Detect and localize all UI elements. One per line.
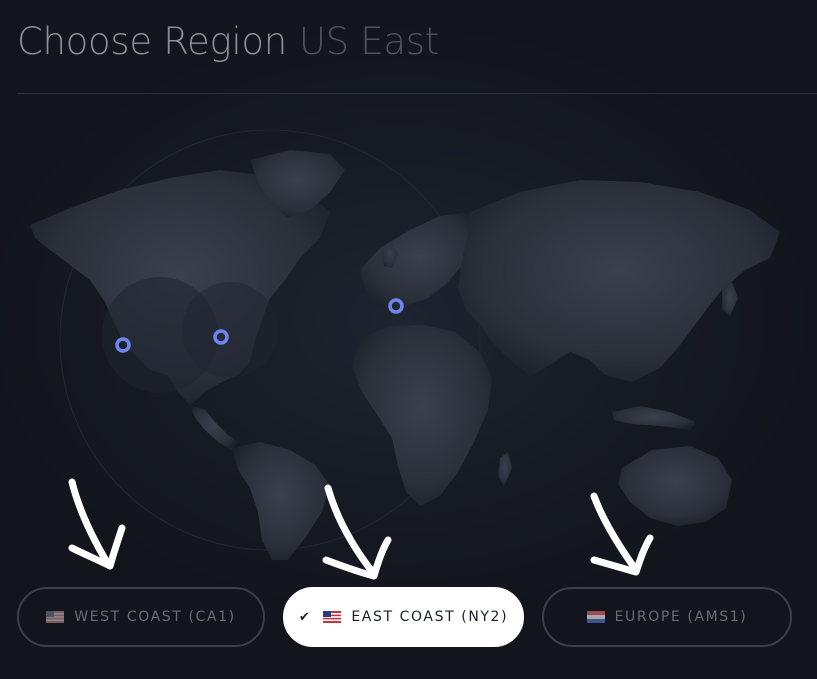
asia-shape <box>458 180 780 382</box>
title-text: Choose Region <box>17 20 287 63</box>
header-divider <box>17 93 817 94</box>
region-button-west-coast[interactable]: WEST COAST (CA1) <box>17 587 265 647</box>
selected-region-text: US East <box>298 20 439 63</box>
central-america-shape <box>190 405 238 450</box>
indonesia-shape <box>612 406 696 430</box>
region-button-label: EUROPE (AMS1) <box>614 609 748 625</box>
annotation-arrow-icon <box>590 492 654 576</box>
us-flag-icon <box>46 611 65 623</box>
annotation-arrow-icon <box>68 478 126 570</box>
region-button-east-coast[interactable]: ✔ EAST COAST (NY2) <box>283 587 524 647</box>
us-flag-icon <box>323 611 342 623</box>
madagascar-shape <box>498 452 512 486</box>
check-icon: ✔ <box>298 609 312 625</box>
region-button-europe[interactable]: EUROPE (AMS1) <box>542 587 792 647</box>
annotation-arrow-icon <box>322 484 392 580</box>
region-button-label: WEST COAST (CA1) <box>74 609 236 625</box>
africa-shape <box>352 325 492 506</box>
nl-flag-icon <box>586 611 605 623</box>
page-title: Choose Region US East <box>17 20 439 63</box>
region-button-label: EAST COAST (NY2) <box>351 609 509 625</box>
east-coast-glow <box>182 282 278 378</box>
